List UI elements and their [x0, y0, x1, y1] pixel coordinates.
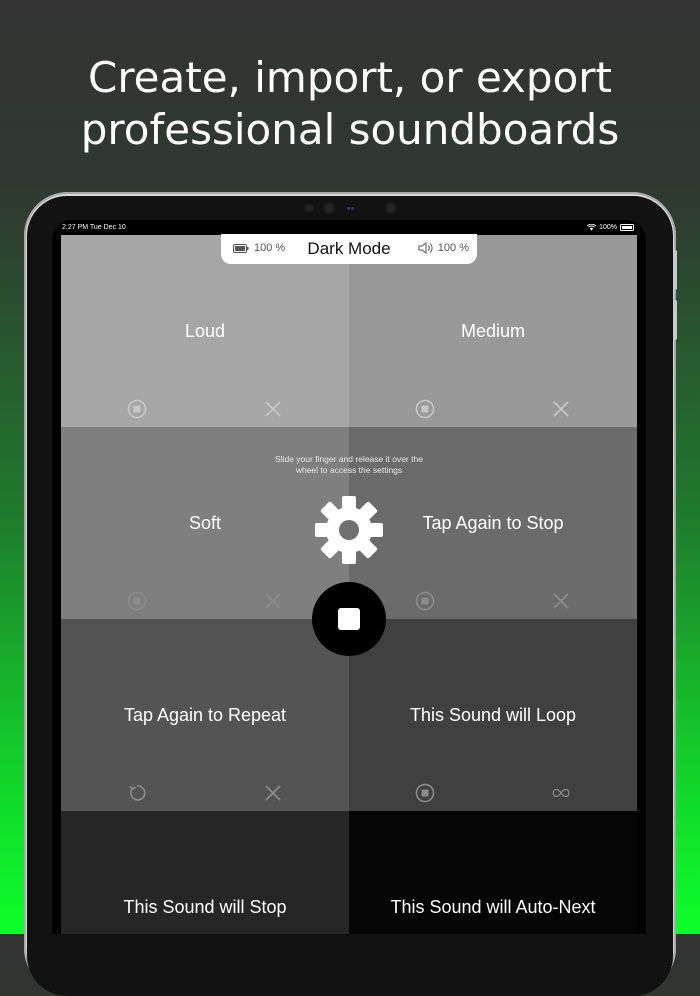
- camera-icon: [323, 202, 335, 214]
- gear-icon[interactable]: [314, 495, 384, 565]
- sound-tile[interactable]: This Sound will Loop: [349, 619, 637, 811]
- stop-circle-icon[interactable]: [415, 783, 435, 803]
- close-icon[interactable]: [551, 591, 571, 611]
- sound-tile-label: This Sound will Auto-Next: [390, 897, 596, 917]
- headline-line-2: professional soundboards: [80, 105, 620, 154]
- camera-icon: [304, 203, 314, 213]
- sound-tile-label: Tap Again to Repeat: [123, 705, 287, 725]
- close-icon[interactable]: [263, 783, 283, 803]
- status-bar: 2:27 PM Tue Dec 10 100%: [52, 220, 646, 235]
- sound-tile[interactable]: Tap Again to Repeat: [61, 619, 349, 811]
- stop-all-button[interactable]: [312, 582, 386, 656]
- infinity-icon[interactable]: [551, 783, 571, 803]
- wifi-icon: [587, 224, 597, 231]
- battery-icon: [620, 224, 634, 231]
- repeat-icon[interactable]: [127, 783, 147, 803]
- sound-tile-label: Tap Again to Stop: [422, 513, 564, 533]
- volume-indicator: 100 %: [418, 242, 469, 254]
- speaker-icon: [418, 242, 433, 254]
- sound-tile-label: Soft: [188, 513, 222, 533]
- stop-circle-icon[interactable]: [127, 399, 147, 419]
- sensor-dot: [347, 207, 350, 210]
- sound-tile-label: Medium: [460, 321, 526, 341]
- status-indicators: 100%: [587, 220, 634, 235]
- stop-circle-icon[interactable]: [127, 591, 147, 611]
- settings-hint: Slide your finger and release it over th…: [275, 454, 423, 475]
- headline: Create, import, or export professional s…: [0, 52, 700, 156]
- status-time: 2:27 PM Tue Dec 10: [62, 224, 126, 231]
- camera-icon: [385, 202, 397, 214]
- close-icon[interactable]: [263, 591, 283, 611]
- mode-toggle-bar[interactable]: 100 % Dark Mode 100 %: [221, 234, 477, 264]
- sensor-dot: [351, 207, 354, 210]
- sound-tile-label: This Sound will Loop: [409, 705, 577, 725]
- close-icon[interactable]: [263, 399, 283, 419]
- status-battery-text: 100%: [599, 224, 617, 231]
- volume-percent: 100 %: [437, 242, 469, 254]
- app-screen: 2:27 PM Tue Dec 10 100% Loud Medium Soft Ta…: [52, 220, 646, 934]
- stop-icon: [338, 608, 360, 630]
- sound-tile-label: This Sound will Stop: [123, 897, 287, 917]
- headline-line-1: Create, import, or export: [88, 53, 612, 102]
- stop-circle-icon[interactable]: [415, 591, 435, 611]
- sound-tile-label: Loud: [184, 321, 226, 341]
- stop-circle-icon[interactable]: [415, 399, 435, 419]
- sound-tile[interactable]: This Sound will Auto-Next: [349, 811, 637, 934]
- close-icon[interactable]: [551, 399, 571, 419]
- sound-tile[interactable]: This Sound will Stop: [61, 811, 349, 934]
